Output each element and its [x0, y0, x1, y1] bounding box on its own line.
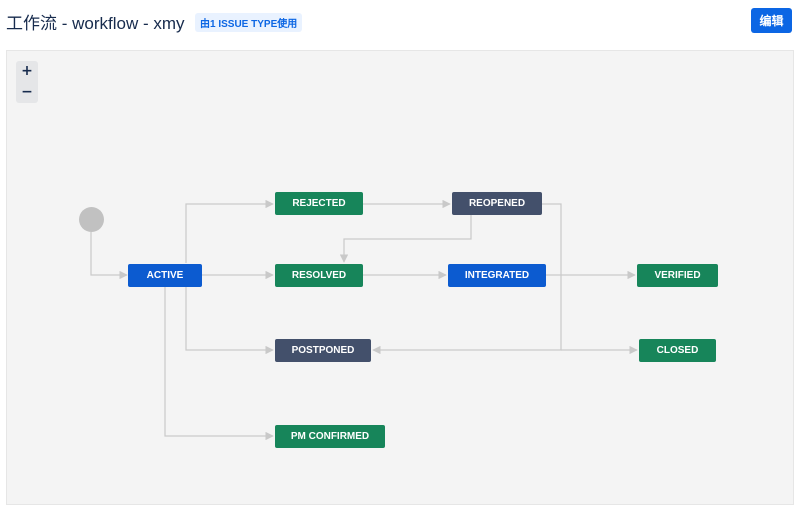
status-postponed[interactable]: POSTPONED: [275, 339, 371, 362]
status-verified[interactable]: VERIFIED: [637, 264, 718, 287]
status-pm-confirmed[interactable]: PM CONFIRMED: [275, 425, 385, 448]
status-rejected[interactable]: REJECTED: [275, 192, 363, 215]
edge-active-to-postponed: [185, 287, 274, 355]
edge-active-to-pm-confirmed: [164, 287, 274, 441]
status-active[interactable]: ACTIVE: [128, 264, 202, 287]
edge-reopened-to-resolved: [339, 215, 472, 263]
edge-start-to-active: [90, 232, 128, 280]
status-reopened[interactable]: REOPENED: [452, 192, 542, 215]
status-resolved[interactable]: RESOLVED: [275, 264, 363, 287]
status-closed[interactable]: CLOSED: [639, 339, 716, 362]
start-node: [79, 207, 104, 232]
status-integrated[interactable]: INTEGRATED: [448, 264, 546, 287]
transition-edges: [90, 199, 638, 441]
edge-active-to-rejected: [185, 199, 274, 263]
